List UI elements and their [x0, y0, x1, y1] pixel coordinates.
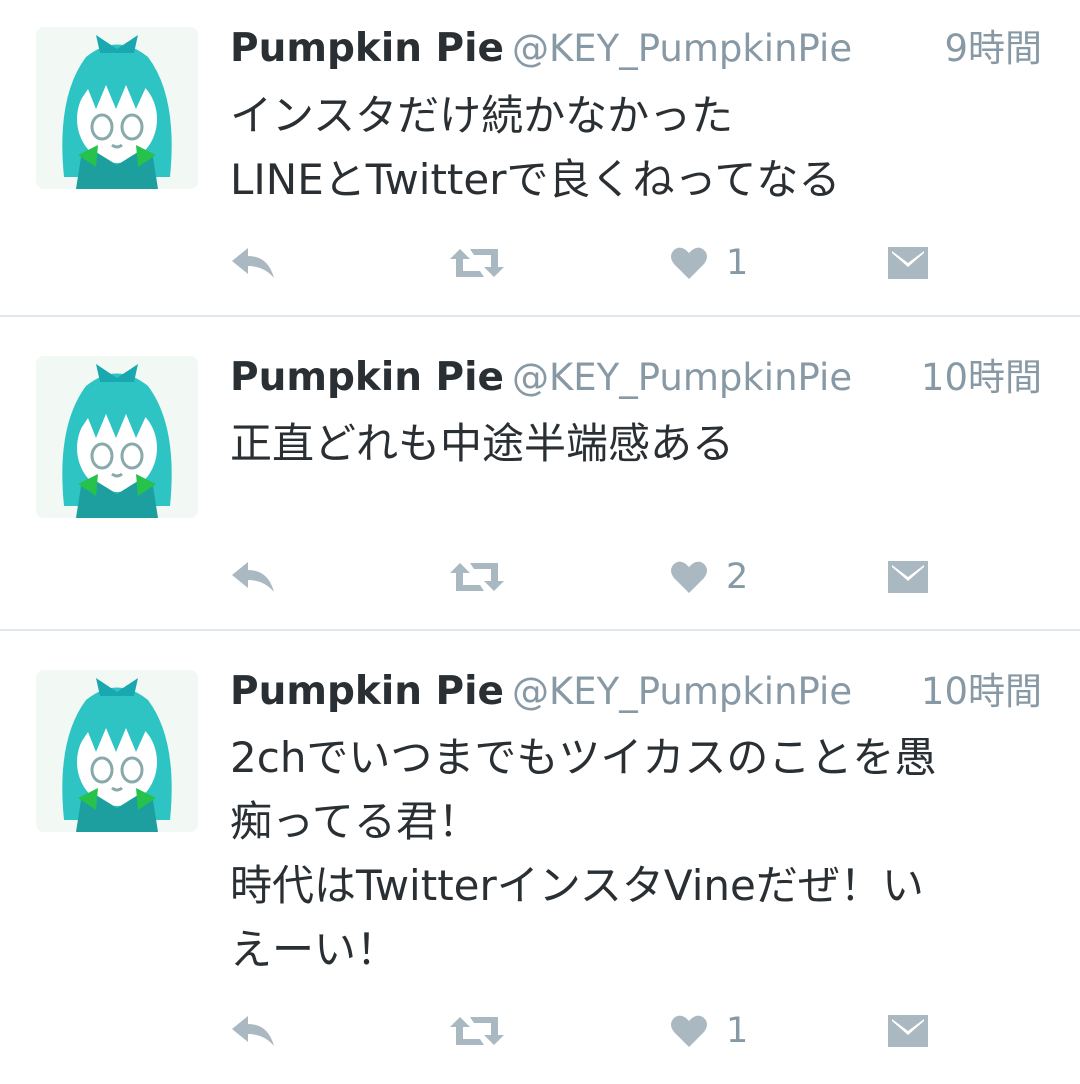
reply-icon — [232, 1016, 274, 1046]
author-handle[interactable]: @KEY_PumpkinPie — [512, 354, 852, 402]
retweet-icon — [450, 1017, 504, 1045]
retweet-button[interactable] — [450, 552, 504, 602]
tweet-timestamp[interactable]: 10時間 — [921, 354, 1042, 402]
heart-icon — [671, 1015, 707, 1047]
direct-message-button[interactable] — [888, 238, 928, 288]
tweet-text: 正直どれも中途半端感ある — [230, 419, 735, 468]
tweet-actions: 1 — [0, 238, 1080, 288]
avatar[interactable] — [36, 670, 198, 832]
like-count: 1 — [726, 1011, 749, 1051]
author-name[interactable]: Pumpkin Pie — [230, 354, 504, 402]
heart-icon — [671, 561, 707, 593]
direct-message-button[interactable] — [888, 552, 928, 602]
tweet-text: インスタだけ続かなかった LINEとTwitterで良くねってなる — [230, 91, 841, 204]
avatar-image — [36, 27, 198, 189]
tweet-timestamp[interactable]: 9時間 — [944, 25, 1042, 73]
tweet[interactable]: Pumpkin Pie @KEY_PumpkinPie 10時間 2chでいつま… — [0, 631, 1080, 1084]
avatar-image — [36, 356, 198, 518]
author-handle[interactable]: @KEY_PumpkinPie — [512, 25, 852, 73]
heart-icon — [671, 247, 707, 279]
author-handle[interactable]: @KEY_PumpkinPie — [512, 668, 852, 716]
retweet-button[interactable] — [450, 238, 504, 288]
reply-icon — [232, 248, 274, 278]
reply-button[interactable] — [230, 1006, 276, 1056]
retweet-icon — [450, 249, 504, 277]
retweet-icon — [450, 563, 504, 591]
avatar-image — [36, 670, 198, 832]
envelope-icon — [888, 561, 928, 593]
avatar[interactable] — [36, 356, 198, 518]
tweet-text: 2chでいつまでもツイカスのことを愚 痴ってる君！ 時代はTwitterインスタ… — [230, 733, 937, 974]
tweet-actions: 2 — [0, 552, 1080, 602]
reply-button[interactable] — [230, 238, 276, 288]
like-button[interactable]: 2 — [670, 552, 748, 602]
like-count: 1 — [726, 243, 749, 283]
avatar[interactable] — [36, 27, 198, 189]
retweet-button[interactable] — [450, 1006, 504, 1056]
author-name[interactable]: Pumpkin Pie — [230, 668, 504, 716]
envelope-icon — [888, 1015, 928, 1047]
direct-message-button[interactable] — [888, 1006, 928, 1056]
tweet[interactable]: Pumpkin Pie @KEY_PumpkinPie 10時間 正直どれも中途… — [0, 317, 1080, 629]
tweet-timestamp[interactable]: 10時間 — [921, 668, 1042, 716]
like-count: 2 — [726, 557, 749, 597]
envelope-icon — [888, 247, 928, 279]
tweet-actions: 1 — [0, 1006, 1080, 1056]
reply-icon — [232, 562, 274, 592]
like-button[interactable]: 1 — [670, 1006, 748, 1056]
reply-button[interactable] — [230, 552, 276, 602]
tweet[interactable]: Pumpkin Pie @KEY_PumpkinPie 9時間 インスタだけ続か… — [0, 0, 1080, 316]
like-button[interactable]: 1 — [670, 238, 748, 288]
author-name[interactable]: Pumpkin Pie — [230, 25, 504, 73]
